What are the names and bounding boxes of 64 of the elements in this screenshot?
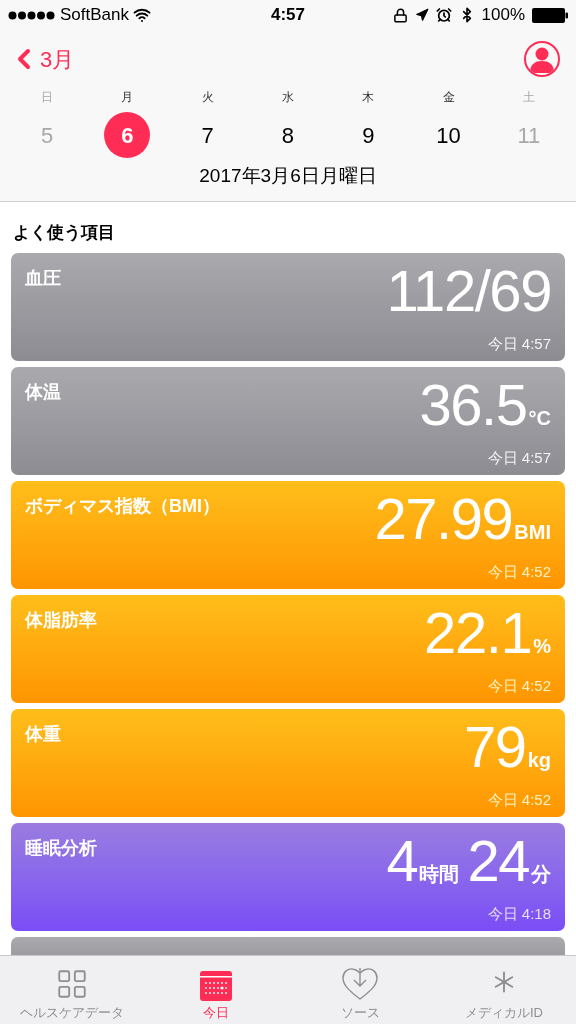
metric-title: 体温 [25,381,61,404]
metric-timestamp: 今日 4:18 [487,903,551,924]
metric-timestamp: 今日 4:52 [487,675,551,696]
metric-card[interactable]: 体脂肪率 22.1% 今日 4:52 [11,595,565,703]
metric-unit: BMI [514,520,551,545]
calendar-day[interactable]: 9 [345,112,392,158]
alarm-icon [435,7,452,23]
status-time: 4:57 [271,4,305,27]
metric-value: 24 [467,829,529,893]
metric-card[interactable]: 体重 79kg 今日 4:52 [11,709,565,817]
tab-item[interactable]: ソース [288,956,432,1024]
weekday-label: 土 [522,89,535,106]
calendar-day[interactable]: 7 [184,112,231,158]
metric-unit: 時間 [419,862,460,887]
metric-unit: kg [527,748,551,773]
section-title: よく使う項目 [12,221,116,244]
metric-timestamp: 今日 4:52 [487,789,551,810]
tab-item[interactable]: ヘルスケアデータ [0,956,144,1024]
metric-value: 79 [464,715,526,779]
metric-title: 体脂肪率 [25,609,97,632]
profile-button[interactable] [524,41,560,77]
metric-value: 112/69 [386,259,551,323]
tab-item[interactable]: メディカルID [432,956,576,1024]
tab-item[interactable]: 今日 [144,956,288,1024]
metric-unit: % [533,634,551,659]
metric-value: 27.99 [374,487,513,551]
calendar-day[interactable]: 8 [265,112,311,158]
weekday-label: 水 [282,89,294,106]
person-silhouette-icon [529,45,555,73]
weekday-label: 月 [121,89,134,106]
signal-icon [8,10,56,20]
carrier-name: SoftBank [60,4,129,27]
selected-date: 2017年3月6日月曜日 [199,164,377,188]
metric-card[interactable]: 睡眠分析 4時間 24分 今日 4:18 [11,823,565,931]
metric-value: 36.5 [419,373,527,437]
metric-card[interactable]: 血圧 112/69 今日 4:57 [11,253,565,361]
metric-value: 22.1 [424,601,532,665]
weekday-label: 日 [41,89,54,106]
metric-timestamp: 今日 4:57 [487,447,551,468]
metric-title: 血圧 [25,267,61,290]
weekday-label: 木 [362,89,375,106]
metric-card[interactable]: ボディマス指数（BMI） 27.99BMI 今日 4:52 [11,481,565,589]
calendar-day[interactable]: 5 [24,112,71,158]
metric-timestamp: 今日 4:52 [487,561,551,582]
calendar-icon [200,970,232,1001]
calendar-day[interactable]: 6 [104,112,151,158]
battery-icon [532,7,568,23]
metric-timestamp: 今日 4:57 [487,333,551,354]
wifi-icon [133,6,151,24]
calendar-day[interactable]: 11 [505,112,552,158]
metric-value: 4 [386,829,418,893]
heart-download-icon [341,966,379,1001]
metric-card[interactable]: 体温 36.5°C 今日 4:57 [11,367,565,475]
calendar-day[interactable]: 10 [425,112,472,158]
weekday-label: 火 [201,89,214,106]
weekday-label: 金 [442,89,455,106]
back-button[interactable]: 3月 [16,42,75,76]
metric-title: ボディマス指数（BMI） [25,495,220,518]
metric-unit: 分 [531,862,551,887]
location-icon [414,8,429,22]
metric-title: 体重 [25,723,61,746]
battery-percent: 100% [481,4,525,27]
metric-unit: °C [528,406,551,431]
metric-title: 睡眠分析 [25,837,97,860]
